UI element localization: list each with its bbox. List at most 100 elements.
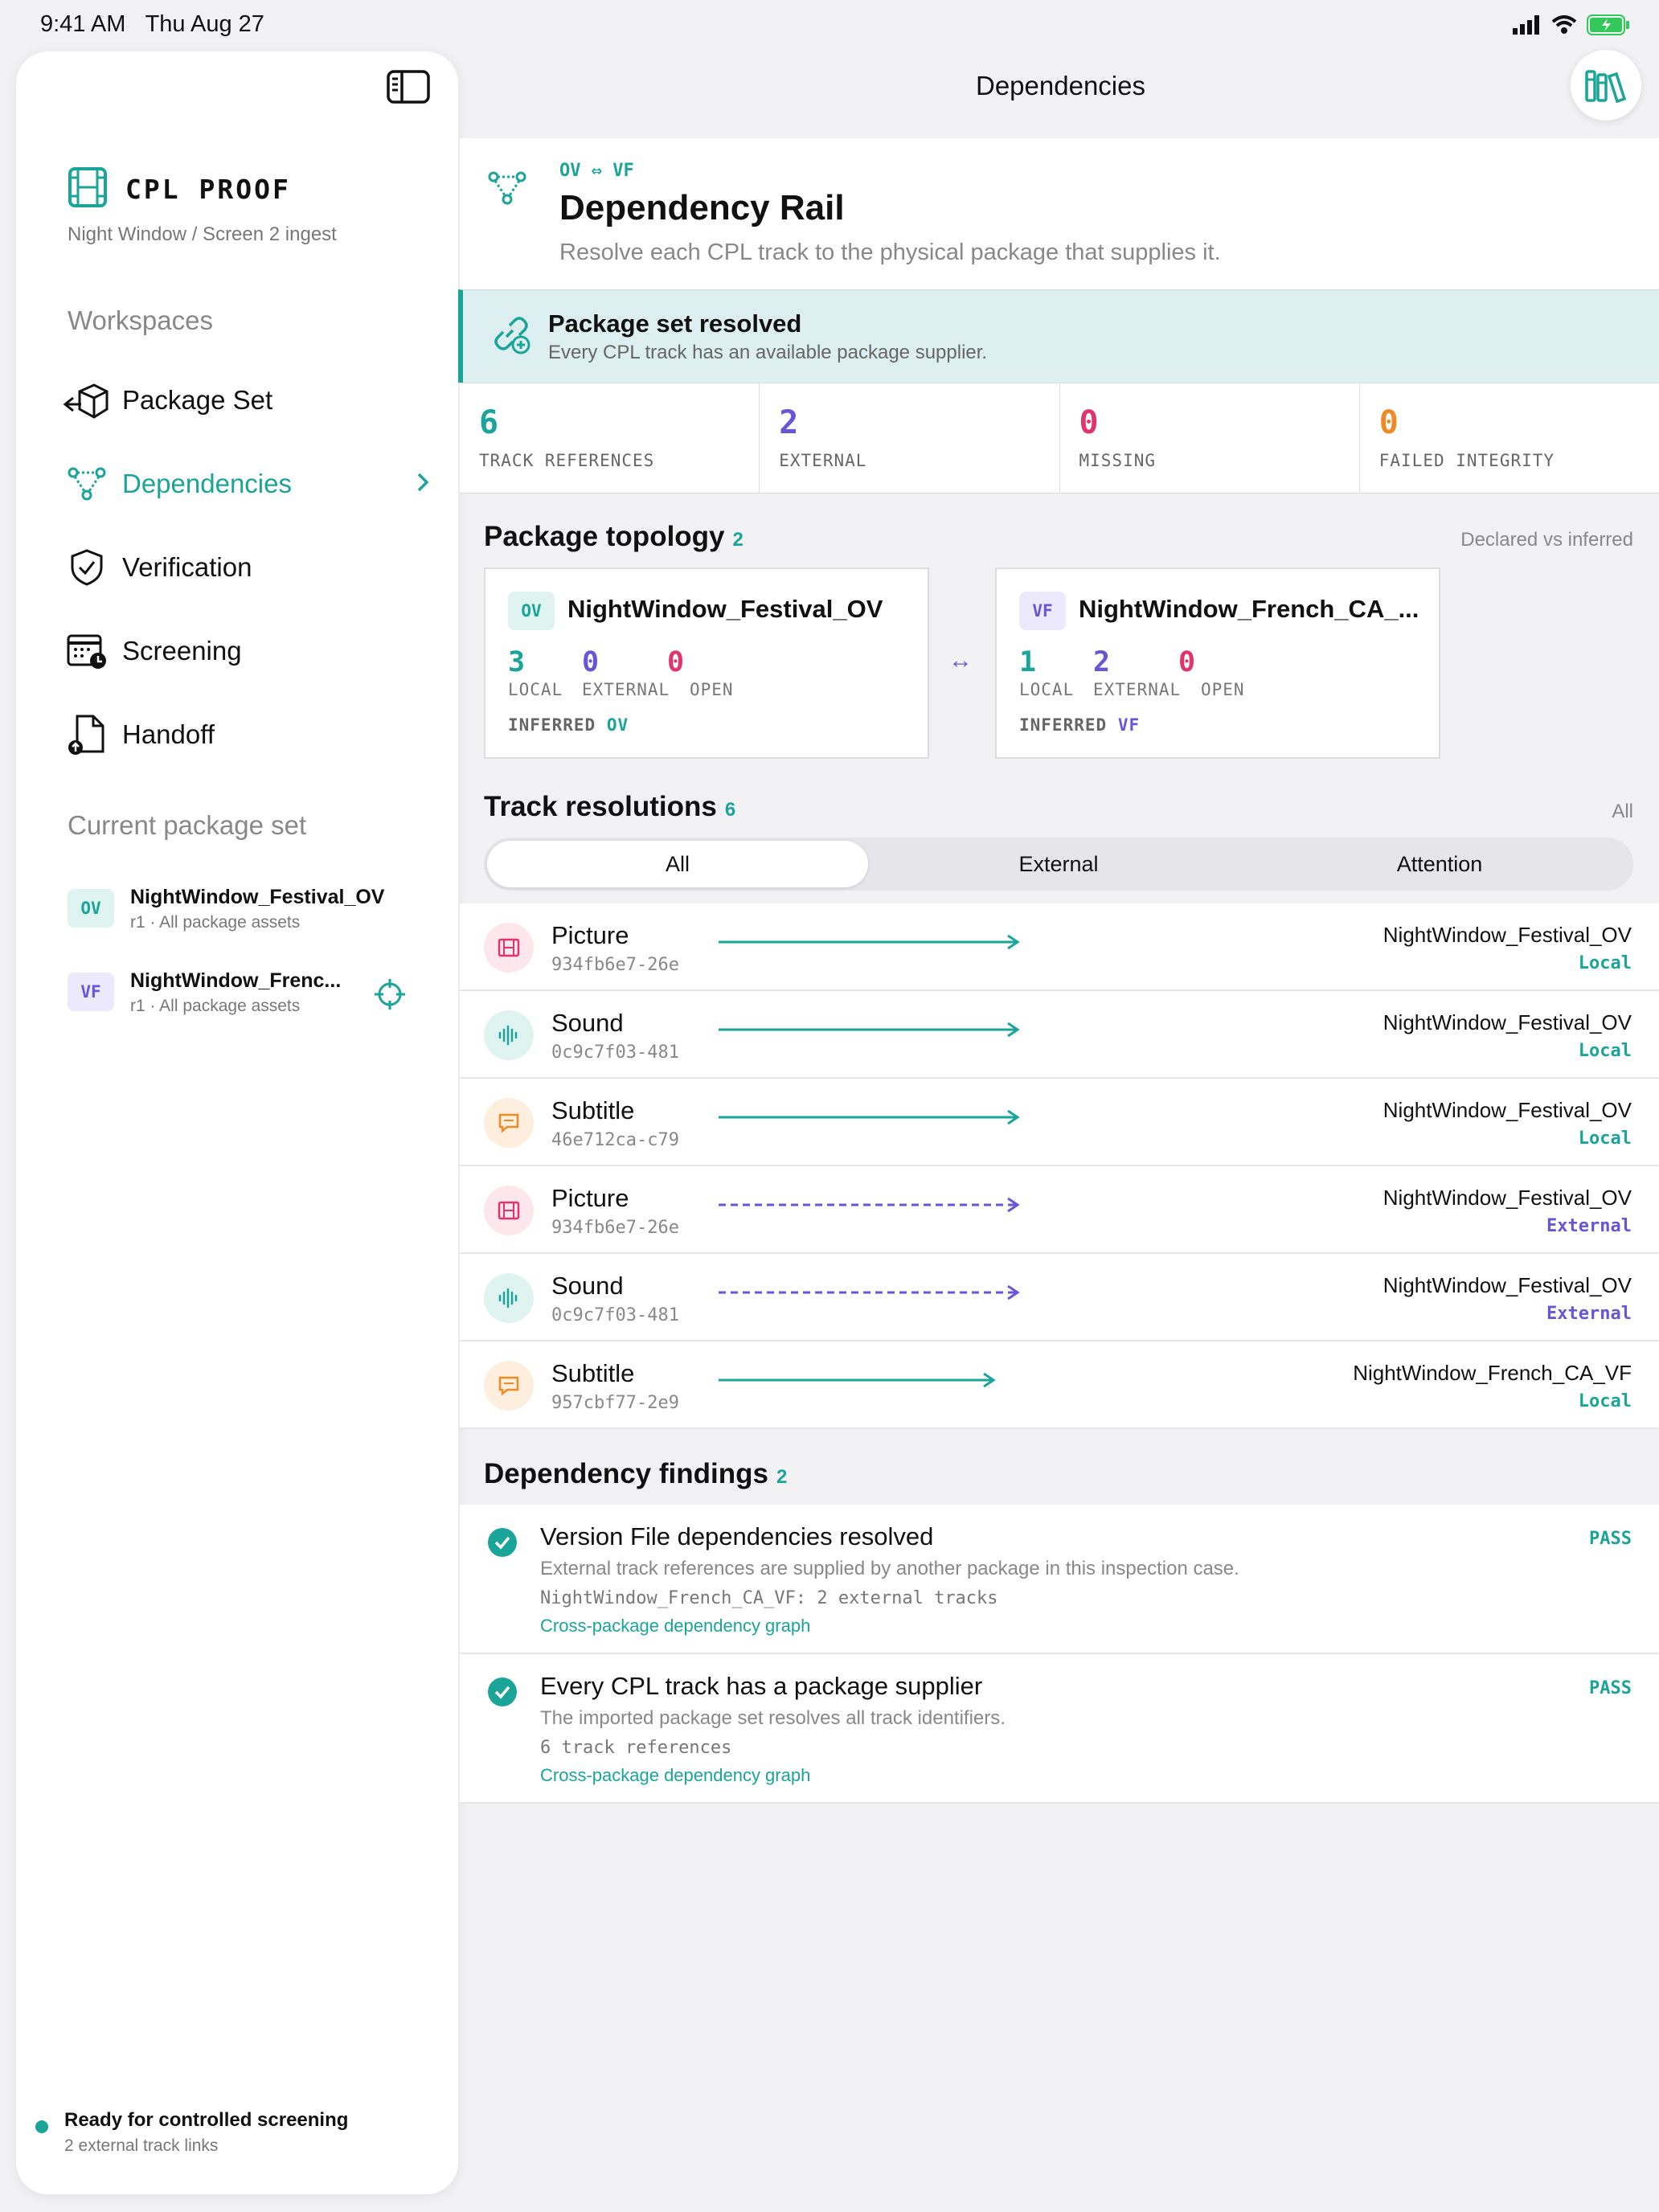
resolution-kind: Local	[1578, 1391, 1632, 1411]
brand-title: CPL PROOF	[125, 174, 291, 205]
nav-label: Dependencies	[122, 469, 292, 498]
track-type: Picture	[551, 1184, 629, 1212]
open-count: 0	[1178, 646, 1196, 678]
calendar-clock-icon	[61, 629, 113, 674]
resolution-line	[719, 1197, 1020, 1213]
subtitle-icon	[484, 1098, 534, 1148]
segment-all[interactable]: All	[487, 841, 868, 887]
package-item-ov[interactable]: OV NightWindow_Festival_OV r1 · All pack…	[68, 883, 437, 939]
external-count: 0	[582, 646, 600, 678]
ready-title: Ready for controlled screening	[64, 2109, 349, 2131]
stat-label: TRACK REFERENCES	[479, 451, 655, 470]
stat-value: 0	[1079, 404, 1099, 441]
dependency-graph-link[interactable]: Cross-package dependency graph	[540, 1616, 810, 1636]
library-button[interactable]	[1571, 50, 1641, 121]
waveform-icon	[484, 1010, 534, 1060]
resolved-banner: Package set resolved Every CPL track has…	[458, 289, 1659, 383]
finding-meta: NightWindow_French_CA_VF: 2 external tra…	[540, 1588, 998, 1608]
nav-item-dependencies[interactable]: Dependencies	[61, 452, 431, 516]
list-item: Version File dependencies resolved Exter…	[460, 1505, 1659, 1654]
picture-icon	[484, 1186, 534, 1235]
sidebar-toggle-icon	[387, 70, 430, 104]
finding-description: The imported package set resolves all tr…	[540, 1707, 1006, 1729]
open-label: OPEN	[690, 680, 734, 699]
current-package-set-heading: Current package set	[68, 810, 307, 840]
track-type: Subtitle	[551, 1359, 635, 1387]
brand-subtitle: Night Window / Screen 2 ingest	[68, 223, 337, 245]
table-row[interactable]: Sound 0c9c7f03-481 NightWindow_Festival_…	[460, 991, 1659, 1079]
external-label: EXTERNAL	[582, 680, 670, 699]
findings-count: 2	[776, 1466, 788, 1488]
crosshair-icon[interactable]	[373, 977, 407, 1015]
stat-failed-integrity: 0 FAILED INTEGRITY	[1360, 383, 1659, 493]
segment-attention[interactable]: Attention	[1249, 841, 1630, 887]
workspaces-heading: Workspaces	[68, 305, 213, 335]
table-row[interactable]: Sound 0c9c7f03-481 NightWindow_Festival_…	[460, 1254, 1659, 1342]
resolution-line	[719, 1109, 1020, 1125]
supplier-package: NightWindow_Festival_OV	[1382, 1098, 1632, 1122]
status-icons	[1513, 14, 1630, 35]
local-count: 1	[1019, 646, 1037, 678]
local-count: 3	[508, 646, 526, 678]
track-id: 0c9c7f03-481	[551, 1305, 679, 1325]
finding-title: Version File dependencies resolved	[540, 1522, 934, 1550]
segment-external[interactable]: External	[868, 841, 1249, 887]
battery-icon	[1587, 14, 1629, 35]
stat-label: EXTERNAL	[779, 451, 867, 470]
topology-card-vf[interactable]: VF NightWindow_French_CA_... 1 2 0 LOCAL…	[995, 567, 1440, 759]
package-badge: VF	[68, 973, 114, 1011]
table-row[interactable]: Picture 934fb6e7-26e NightWindow_Festiva…	[460, 903, 1659, 991]
open-count: 0	[667, 646, 685, 678]
supplier-package: NightWindow_Festival_OV	[1382, 923, 1632, 947]
stat-label: FAILED INTEGRITY	[1378, 451, 1555, 470]
sidebar-toggle-button[interactable]	[386, 69, 431, 104]
table-row[interactable]: Picture 934fb6e7-26e NightWindow_Festiva…	[460, 1166, 1659, 1254]
package-icon	[61, 378, 113, 423]
supplier-package: NightWindow_Festival_OV	[1382, 1186, 1632, 1210]
supplier-package: NightWindow_French_CA_VF	[1353, 1361, 1632, 1385]
finding-description: External track references are supplied b…	[540, 1558, 1239, 1579]
package-item-vf[interactable]: VF NightWindow_Frenc... r1 · All package…	[68, 966, 437, 1022]
topology-title: Package topology 2	[484, 521, 743, 552]
stat-value: 0	[1378, 404, 1399, 441]
dependency-header: OV ⇔ VF Dependency Rail Resolve each CPL…	[460, 138, 1659, 289]
link-add-icon	[489, 314, 532, 358]
dependency-icon	[61, 461, 113, 506]
package-name: NightWindow_Frenc...	[130, 969, 342, 992]
track-id: 46e712ca-c79	[551, 1130, 679, 1150]
stats-row: 6 TRACK REFERENCES 2 EXTERNAL 0 MISSING …	[460, 383, 1659, 494]
nav-item-verification[interactable]: Verification	[61, 535, 431, 600]
status-bar: 9:41 AM Thu Aug 27	[0, 0, 1659, 51]
resolution-line	[719, 1022, 1020, 1038]
nav-item-handoff[interactable]: Handoff	[61, 703, 431, 767]
dependency-icon	[487, 170, 527, 210]
check-circle-icon	[487, 1527, 518, 1562]
inferred-label: INFERRED VF	[1019, 715, 1141, 735]
open-label: OPEN	[1201, 680, 1245, 699]
picture-icon	[484, 923, 534, 973]
topology-card-ov[interactable]: OV NightWindow_Festival_OV 3 0 0 LOCAL E…	[484, 567, 929, 759]
nav-label: Handoff	[122, 719, 215, 749]
nav-item-screening[interactable]: Screening	[61, 619, 431, 683]
table-row[interactable]: Subtitle 46e712ca-c79 NightWindow_Festiv…	[460, 1079, 1659, 1166]
resolution-kind: External	[1546, 1304, 1632, 1324]
package-name: NightWindow_Festival_OV	[567, 595, 883, 623]
topology-aside: Declared vs inferred	[1460, 529, 1633, 551]
finding-title: Every CPL track has a package supplier	[540, 1672, 983, 1700]
check-circle-icon	[487, 1677, 518, 1711]
package-badge: VF	[1019, 592, 1066, 630]
nav-item-package-set[interactable]: Package Set	[61, 368, 431, 432]
stat-external: 2 EXTERNAL	[760, 383, 1060, 493]
status-badge: PASS	[1589, 1678, 1632, 1698]
track-list: Picture 934fb6e7-26e NightWindow_Festiva…	[460, 903, 1659, 1429]
package-subtitle: r1 · All package assets	[130, 997, 301, 1015]
dependency-graph-link[interactable]: Cross-package dependency graph	[540, 1765, 810, 1786]
document-upload-icon	[61, 712, 113, 757]
table-row[interactable]: Subtitle 957cbf77-2e9 NightWindow_French…	[460, 1342, 1659, 1429]
nav-label: Screening	[122, 636, 242, 666]
banner-title: Package set resolved	[548, 309, 802, 338]
chevron-right-icon	[415, 471, 431, 498]
package-badge: OV	[508, 592, 555, 630]
status-time: 9:41 AM Thu Aug 27	[40, 11, 264, 37]
page-title: Dependencies	[976, 71, 1145, 100]
